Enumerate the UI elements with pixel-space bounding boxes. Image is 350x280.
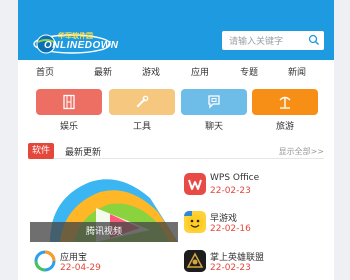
featured-app-banner[interactable]: 腾讯视频 xyxy=(30,168,178,242)
site-logo[interactable]: 华军软件园 ONLINEDOWN xyxy=(32,28,118,56)
app-date: 22-02-23 xyxy=(210,186,251,196)
app-date: 22-02-16 xyxy=(210,224,251,234)
nav-latest[interactable]: 最新 xyxy=(94,65,112,78)
travel-icon xyxy=(279,96,291,109)
wrench-icon xyxy=(136,95,149,108)
section-title: 最新更新 xyxy=(65,148,102,158)
search-icon[interactable] xyxy=(308,34,320,46)
emoji-face-icon xyxy=(184,211,206,233)
featured-caption: 腾讯视频 xyxy=(30,222,178,242)
category-tools[interactable] xyxy=(109,89,175,115)
league-of-legends-icon xyxy=(184,250,206,272)
logo-wordmark: ONLINEDOWN xyxy=(44,40,119,51)
page: 华军软件园 ONLINEDOWN 请输入关键字 首页 最新 游戏 应用 专题 新… xyxy=(18,0,334,280)
app-name: 早游戏 xyxy=(210,214,238,224)
category-entertainment[interactable] xyxy=(36,89,102,115)
section-tag-software[interactable]: 软件 xyxy=(28,143,54,159)
category-tools-label: 工具 xyxy=(132,122,151,132)
film-icon xyxy=(63,94,75,110)
app-name: WPS Office xyxy=(210,173,260,183)
nav-topics[interactable]: 专题 xyxy=(240,65,258,78)
search-input[interactable]: 请输入关键字 xyxy=(222,31,324,50)
category-travel[interactable] xyxy=(252,89,318,115)
app-date: 22-04-29 xyxy=(60,263,101,273)
app-name: 掌上英雄联盟 xyxy=(210,253,265,263)
category-entertainment-label: 娱乐 xyxy=(59,122,78,132)
category-chat-label: 聊天 xyxy=(204,122,223,132)
main-nav: 首页 最新 游戏 应用 专题 新闻 xyxy=(18,60,334,82)
chat-icon xyxy=(208,95,220,109)
show-all-link[interactable]: 显示全部>> xyxy=(279,146,324,157)
category-chat[interactable] xyxy=(181,89,247,115)
nav-news[interactable]: 新闻 xyxy=(288,65,306,78)
nav-home[interactable]: 首页 xyxy=(36,65,54,78)
app-name: 应用宝 xyxy=(60,253,88,263)
category-travel-label: 旅游 xyxy=(275,122,294,132)
yingyongbao-icon xyxy=(34,250,56,272)
header-bar: 华军软件园 ONLINEDOWN 请输入关键字 xyxy=(18,0,334,60)
app-date: 22-02-23 xyxy=(210,263,251,273)
nav-games[interactable]: 游戏 xyxy=(142,65,160,78)
section-header: 软件 最新更新 显示全部>> xyxy=(28,143,324,159)
search-placeholder: 请输入关键字 xyxy=(229,37,284,47)
wps-icon xyxy=(184,173,206,195)
nav-apps[interactable]: 应用 xyxy=(191,65,209,78)
